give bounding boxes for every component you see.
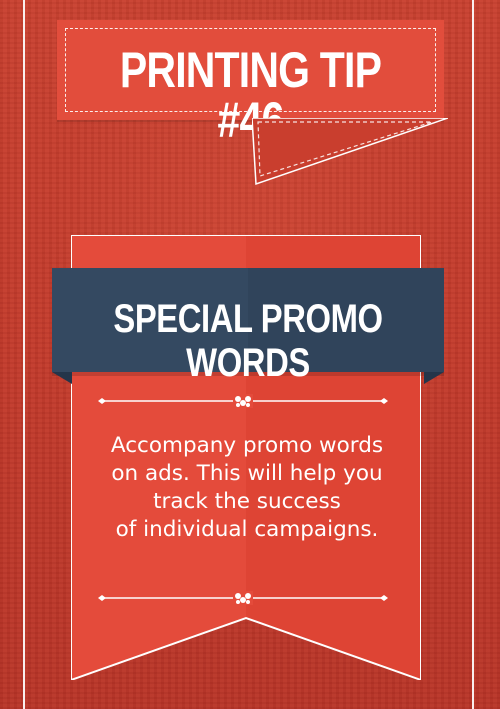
ribbon-fold-right bbox=[424, 372, 444, 384]
diamond-icon bbox=[98, 398, 106, 404]
body-line: of individual campaigns. bbox=[115, 517, 379, 542]
left-border-line bbox=[23, 0, 25, 709]
ribbon-fold-left bbox=[52, 372, 72, 384]
divider-top bbox=[98, 394, 388, 408]
diamond-icon bbox=[380, 595, 388, 601]
diamond-icon bbox=[98, 595, 106, 601]
flourish-ornament-icon bbox=[233, 394, 253, 408]
diamond-icon bbox=[380, 398, 388, 404]
ribbon-title-bar: SPECIAL PROMO WORDS bbox=[52, 268, 444, 385]
body-line: track the success bbox=[153, 489, 341, 514]
ribbon-title: SPECIAL PROMO WORDS bbox=[113, 297, 383, 385]
divider-bottom bbox=[98, 591, 388, 605]
flourish-ornament-icon bbox=[233, 591, 253, 605]
tip-banner: PRINTING TIP #46 bbox=[57, 20, 444, 145]
right-border-line bbox=[472, 0, 474, 709]
body-line: on ads. This will help you bbox=[111, 461, 383, 486]
ribbon-body-text: Accompany promo words on ads. This will … bbox=[82, 432, 412, 544]
body-line: Accompany promo words bbox=[110, 433, 384, 458]
banner-tail bbox=[252, 118, 448, 186]
